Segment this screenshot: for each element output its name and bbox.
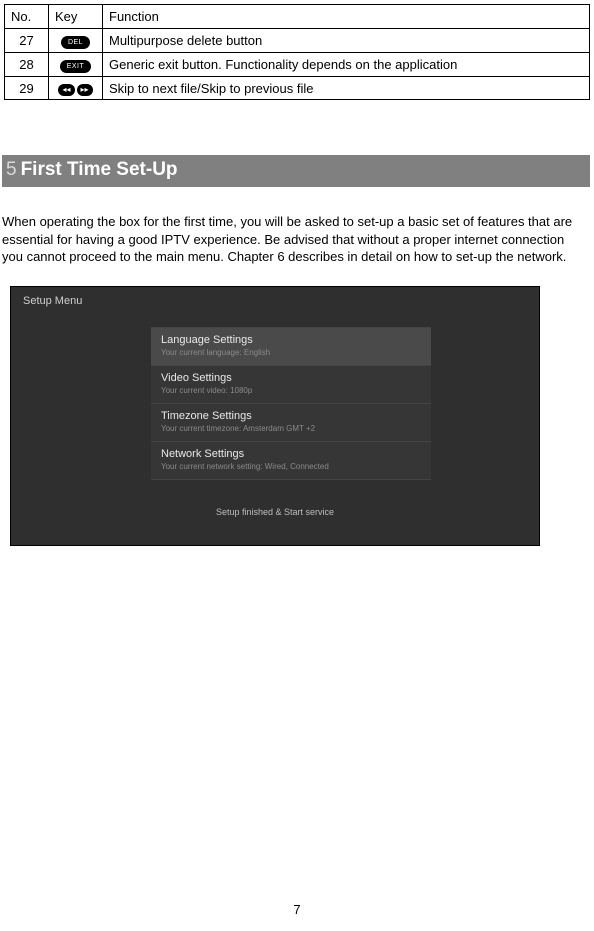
cell-fn: Multipurpose delete button bbox=[103, 29, 590, 53]
table-row: 29 ◂◂ ▸▸ Skip to next file/Skip to previ… bbox=[5, 77, 590, 100]
cell-key: EXIT bbox=[49, 53, 103, 77]
cell-no: 28 bbox=[5, 53, 49, 77]
setup-item-language: Language Settings Your current language:… bbox=[151, 327, 431, 365]
setup-finish-label: Setup finished & Start service bbox=[11, 507, 539, 517]
key-function-table: No. Key Function 27 DEL Multipurpose del… bbox=[4, 4, 590, 100]
cell-key: ◂◂ ▸▸ bbox=[49, 77, 103, 100]
skip-prev-icon: ◂◂ bbox=[58, 84, 74, 96]
table-row: 28 EXIT Generic exit button. Functionali… bbox=[5, 53, 590, 77]
skip-next-icon: ▸▸ bbox=[77, 84, 93, 96]
cell-fn: Skip to next file/Skip to previous file bbox=[103, 77, 590, 100]
setup-item-title: Network Settings bbox=[161, 448, 421, 460]
page-number: 7 bbox=[0, 902, 594, 917]
section-title: First Time Set-Up bbox=[21, 159, 178, 180]
setup-menu-list: Language Settings Your current language:… bbox=[151, 327, 431, 480]
section-number: 5 bbox=[6, 159, 17, 180]
cell-no: 29 bbox=[5, 77, 49, 100]
setup-item-network: Network Settings Your current network se… bbox=[151, 441, 431, 480]
setup-item-title: Timezone Settings bbox=[161, 410, 421, 422]
th-no: No. bbox=[5, 5, 49, 29]
setup-menu-screenshot: Setup Menu Language Settings Your curren… bbox=[10, 286, 540, 546]
th-key: Key bbox=[49, 5, 103, 29]
setup-item-subtitle: Your current network setting: Wired, Con… bbox=[161, 462, 421, 471]
exit-button-icon: EXIT bbox=[60, 60, 92, 73]
setup-item-subtitle: Your current video: 1080p bbox=[161, 386, 421, 395]
setup-item-subtitle: Your current timezone: Amsterdam GMT +2 bbox=[161, 424, 421, 433]
setup-item-title: Language Settings bbox=[161, 334, 421, 346]
table-row: 27 DEL Multipurpose delete button bbox=[5, 29, 590, 53]
setup-item-video: Video Settings Your current video: 1080p bbox=[151, 365, 431, 403]
del-button-icon: DEL bbox=[61, 36, 90, 49]
cell-fn: Generic exit button. Functionality depen… bbox=[103, 53, 590, 77]
cell-key: DEL bbox=[49, 29, 103, 53]
skip-buttons-icon: ◂◂ ▸▸ bbox=[58, 84, 92, 96]
setup-menu-title: Setup Menu bbox=[23, 295, 82, 307]
setup-item-title: Video Settings bbox=[161, 372, 421, 384]
setup-item-subtitle: Your current language: English bbox=[161, 348, 421, 357]
setup-item-timezone: Timezone Settings Your current timezone:… bbox=[151, 403, 431, 441]
cell-no: 27 bbox=[5, 29, 49, 53]
th-fn: Function bbox=[103, 5, 590, 29]
body-paragraph: When operating the box for the first tim… bbox=[2, 213, 584, 266]
section-header: 5First Time Set-Up bbox=[2, 155, 590, 187]
